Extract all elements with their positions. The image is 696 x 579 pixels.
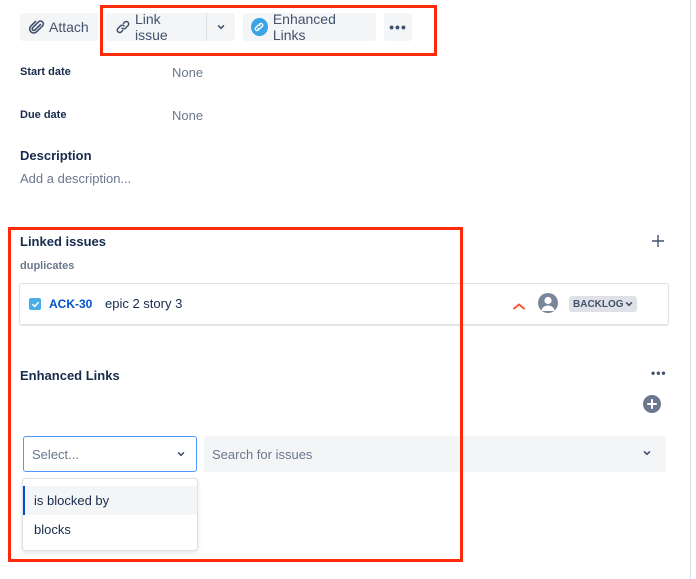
link-issue-label: Link issue <box>135 11 168 43</box>
more-icon: ••• <box>389 19 407 35</box>
chevron-down-icon <box>643 451 651 456</box>
link-issue-dropdown-button[interactable] <box>206 13 235 41</box>
plus-circle-icon <box>647 399 657 409</box>
start-date-label: Start date <box>20 66 71 78</box>
enhanced-links-logo-icon <box>251 18 268 36</box>
issue-toolbar: Attach Link issue Enhanced Links ••• <box>20 11 412 43</box>
status-lozenge[interactable]: BACKLOG <box>569 296 637 312</box>
enhanced-links-label: Enhanced Links <box>272 11 336 43</box>
priority-high-icon <box>512 298 526 310</box>
link-issue-button[interactable]: Link issue <box>106 11 206 43</box>
attach-label: Attach <box>49 19 89 35</box>
user-icon <box>541 296 555 311</box>
link-type-select-placeholder: Select... <box>32 446 79 462</box>
attach-button[interactable]: Attach <box>20 13 98 41</box>
description-input[interactable]: Add a description... <box>20 171 131 186</box>
due-date-value[interactable]: None <box>172 108 203 123</box>
plus-icon <box>652 235 664 247</box>
enhanced-links-more-button[interactable]: ••• <box>651 366 667 380</box>
link-relation-label: duplicates <box>20 260 75 272</box>
link-icon <box>115 19 131 35</box>
issue-search-input[interactable]: Search for issues <box>204 436 666 472</box>
status-label: BACKLOG <box>573 298 624 310</box>
issue-search-placeholder: Search for issues <box>212 446 313 462</box>
linked-issues-title: Linked issues <box>20 234 106 249</box>
menu-option-blocks[interactable]: blocks <box>23 515 197 544</box>
assignee-avatar[interactable] <box>538 293 558 313</box>
more-actions-button[interactable]: ••• <box>384 13 412 41</box>
task-type-icon <box>29 298 41 310</box>
paperclip-icon <box>29 19 45 35</box>
linked-issue-row[interactable]: ACK-30 epic 2 story 3 BACKLOG <box>19 283 669 325</box>
issue-key-link[interactable]: ACK-30 <box>49 297 92 311</box>
enhanced-links-button[interactable]: Enhanced Links <box>243 11 376 43</box>
link-type-select[interactable]: Select... <box>23 436 197 472</box>
chevron-down-icon <box>177 452 185 457</box>
enhanced-links-add-button[interactable] <box>643 395 661 413</box>
issue-summary: epic 2 story 3 <box>105 296 183 311</box>
link-type-dropdown-menu: is blocked by blocks <box>22 478 198 551</box>
menu-option-is-blocked-by[interactable]: is blocked by <box>23 486 197 515</box>
link-issue-button-group: Link issue <box>106 11 235 43</box>
scrollbar-track <box>690 0 691 579</box>
add-linked-issue-button[interactable] <box>650 233 666 249</box>
due-date-label: Due date <box>20 109 67 121</box>
start-date-value[interactable]: None <box>172 65 203 80</box>
enhanced-links-title: Enhanced Links <box>20 368 120 383</box>
chevron-down-icon <box>216 19 226 35</box>
chevron-down-icon <box>625 302 632 307</box>
description-title: Description <box>20 148 92 163</box>
